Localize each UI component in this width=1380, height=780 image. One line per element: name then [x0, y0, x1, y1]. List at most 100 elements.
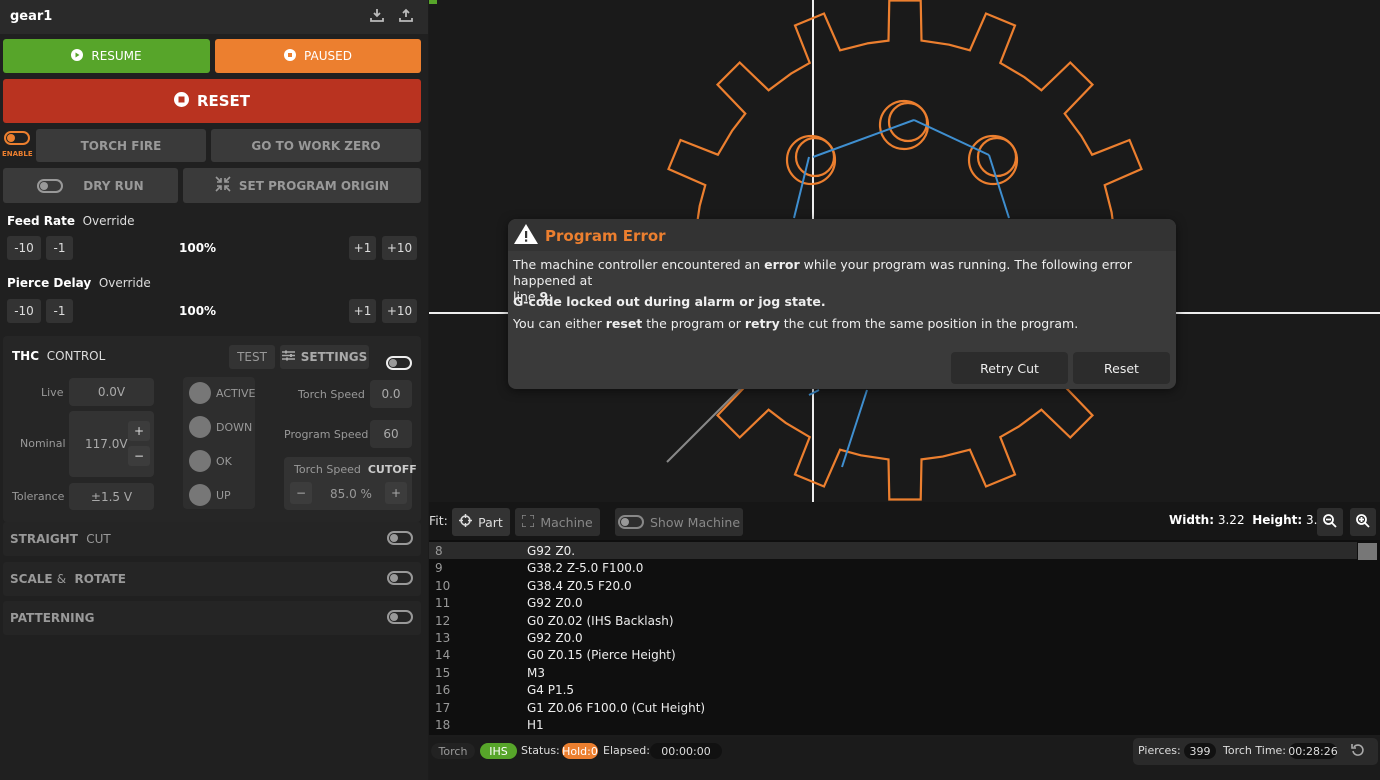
code-line[interactable]: 16 G4 P1.5	[429, 681, 1357, 698]
program-error-dialog: Program Error The machine controller enc…	[508, 219, 1176, 389]
cutoff-minus-button[interactable]: −	[290, 482, 312, 504]
dialog-error: G-code locked out during alarm or jog st…	[513, 294, 826, 309]
gcode-listing[interactable]: 8 G92 Z0. 9 G38.2 Z-5.0 F100.0 10 G38.4 Z0.5 …	[429, 540, 1380, 735]
nominal-label: Nominal	[20, 437, 66, 450]
code-line[interactable]: 10 G38.4 Z0.5 F20.0	[429, 577, 1357, 594]
up-label: UP	[216, 489, 231, 502]
retry-cut-button[interactable]: Retry Cut	[951, 352, 1068, 384]
line-number: 11	[435, 596, 451, 611]
feed-minus-10-button[interactable]: -10	[7, 236, 41, 260]
feed-plus-1-button[interactable]: +1	[349, 236, 376, 260]
pierce-delay-value: 100%	[179, 304, 217, 318]
active-indicator	[189, 382, 211, 404]
nominal-plus-button[interactable]: +	[128, 421, 150, 441]
dialog-reset-button[interactable]: Reset	[1073, 352, 1170, 384]
pierces-value: 399	[1184, 743, 1216, 759]
reset-button[interactable]: RESET	[3, 79, 421, 123]
part-dimensions: Width: 3.22 Height: 3.02	[1169, 513, 1333, 527]
line-code: G92 Z0.	[527, 544, 576, 558]
pierce-plus-1-button[interactable]: +1	[349, 299, 376, 323]
upload-icon[interactable]	[398, 8, 414, 24]
resume-button[interactable]: RESUME	[3, 39, 210, 73]
code-line[interactable]: 15 M3	[429, 664, 1357, 681]
patterning-toggle[interactable]	[387, 610, 413, 624]
code-line[interactable]: 14 G0 Z0.15 (Pierce Height)	[429, 646, 1357, 663]
feed-rate-value: 100%	[179, 241, 217, 255]
set-program-origin-button[interactable]: SET PROGRAM ORIGIN	[183, 168, 421, 203]
line-code: G0 Z0.02 (IHS Backlash)	[527, 613, 674, 628]
thc-title: THC CONTROL	[12, 349, 106, 363]
line-code: G38.4 Z0.5 F20.0	[527, 578, 632, 593]
control-panel: gear1 RESUME PAUSED RESET ENABLE TORCH F…	[0, 0, 428, 780]
fit-toolbar: Fit: Part Machine Show Machine Width: 3.…	[429, 502, 1380, 540]
code-line[interactable]: 8 G92 Z0.	[429, 542, 1357, 559]
lead-in-line	[666, 387, 742, 463]
fit-machine-button[interactable]: Machine	[515, 508, 600, 536]
torch-time-label: Torch Time:	[1223, 744, 1287, 757]
enable-toggle[interactable]	[4, 131, 30, 145]
line-number: 12	[435, 613, 451, 628]
dry-run-button[interactable]: DRY RUN	[3, 168, 178, 203]
ihs-status: IHS	[480, 743, 517, 759]
pierce-minus-1-button[interactable]: -1	[46, 299, 73, 323]
feed-plus-10-button[interactable]: +10	[382, 236, 417, 260]
program-header: gear1	[0, 0, 428, 34]
play-icon	[71, 48, 84, 64]
code-line[interactable]: 13 G92 Z0.0	[429, 629, 1357, 646]
line-code: G4 P1.5	[527, 683, 575, 698]
code-line[interactable]: 17 G1 Z0.06 F100.0 (Cut Height)	[429, 699, 1357, 716]
fit-part-button[interactable]: Part	[452, 508, 510, 536]
torch-speed-label: Torch Speed	[298, 388, 365, 401]
straight-cut-section[interactable]: STRAIGHT CUT	[3, 522, 421, 556]
torch-fire-button[interactable]: TORCH FIRE	[36, 129, 206, 162]
line-number: 18	[435, 718, 451, 732]
cutoff-plus-button[interactable]: +	[385, 482, 407, 504]
zoom-in-button[interactable]	[1350, 508, 1376, 536]
program-speed-value: 60	[370, 420, 412, 448]
thc-toggle[interactable]	[386, 356, 412, 370]
reset-counter-icon[interactable]	[1351, 743, 1365, 761]
code-line[interactable]: 11 G92 Z0.0	[429, 594, 1357, 611]
straight-cut-toggle[interactable]	[387, 531, 413, 545]
dialog-title: Program Error	[545, 227, 666, 245]
code-scrollbar[interactable]	[1358, 543, 1377, 560]
code-line[interactable]: 9 G38.2 Z-5.0 F100.0	[429, 559, 1357, 576]
download-icon[interactable]	[369, 8, 385, 24]
program-name: gear1	[10, 9, 53, 24]
pierces-label: Pierces:	[1138, 744, 1181, 757]
live-voltage: 0.0V	[69, 378, 154, 406]
line-code: G92 Z0.0	[527, 631, 583, 645]
pierce-delay-label: Pierce Delay Override	[7, 276, 151, 290]
line-code: G38.2 Z-5.0 F100.0	[527, 561, 644, 576]
warning-icon	[513, 222, 539, 250]
scale-rotate-section[interactable]: SCALE & ROTATE	[3, 562, 421, 596]
code-line[interactable]: 18 H1	[429, 716, 1357, 733]
crosshair-icon	[459, 514, 473, 530]
line-number: 13	[435, 631, 451, 645]
pierce-plus-10-button[interactable]: +10	[382, 299, 417, 323]
thc-test-button[interactable]: TEST	[229, 345, 275, 369]
feed-minus-1-button[interactable]: -1	[46, 236, 73, 260]
cutoff-label: Torch Speed CUTOFF	[294, 463, 417, 476]
code-line[interactable]: 12 G0 Z0.02 (IHS Backlash)	[429, 612, 1357, 629]
dialog-header: Program Error	[508, 219, 1176, 251]
nominal-minus-button[interactable]: −	[128, 446, 150, 466]
zoom-out-button[interactable]	[1317, 508, 1343, 536]
line-code: G1 Z0.06 F100.0 (Cut Height)	[527, 700, 706, 715]
enable-label: ENABLE	[2, 150, 33, 158]
torch-status: Torch	[431, 743, 475, 759]
pierce-minus-10-button[interactable]: -10	[7, 299, 41, 323]
elapsed-label: Elapsed:	[603, 744, 650, 757]
tolerance-value[interactable]: ±1.5 V	[69, 483, 154, 510]
fit-label: Fit:	[429, 513, 448, 528]
frame-icon	[521, 513, 536, 530]
stop-icon	[173, 91, 189, 111]
show-machine-toggle[interactable]: Show Machine	[615, 508, 743, 536]
paused-button[interactable]: PAUSED	[215, 39, 421, 73]
pause-icon	[284, 48, 297, 64]
thc-settings-button[interactable]: SETTINGS	[280, 345, 369, 369]
scale-rotate-toggle[interactable]	[387, 571, 413, 585]
patterning-section[interactable]: PATTERNING	[3, 601, 421, 635]
feed-rate-label: Feed Rate Override	[7, 214, 135, 228]
go-to-work-zero-button[interactable]: GO TO WORK ZERO	[211, 129, 421, 162]
